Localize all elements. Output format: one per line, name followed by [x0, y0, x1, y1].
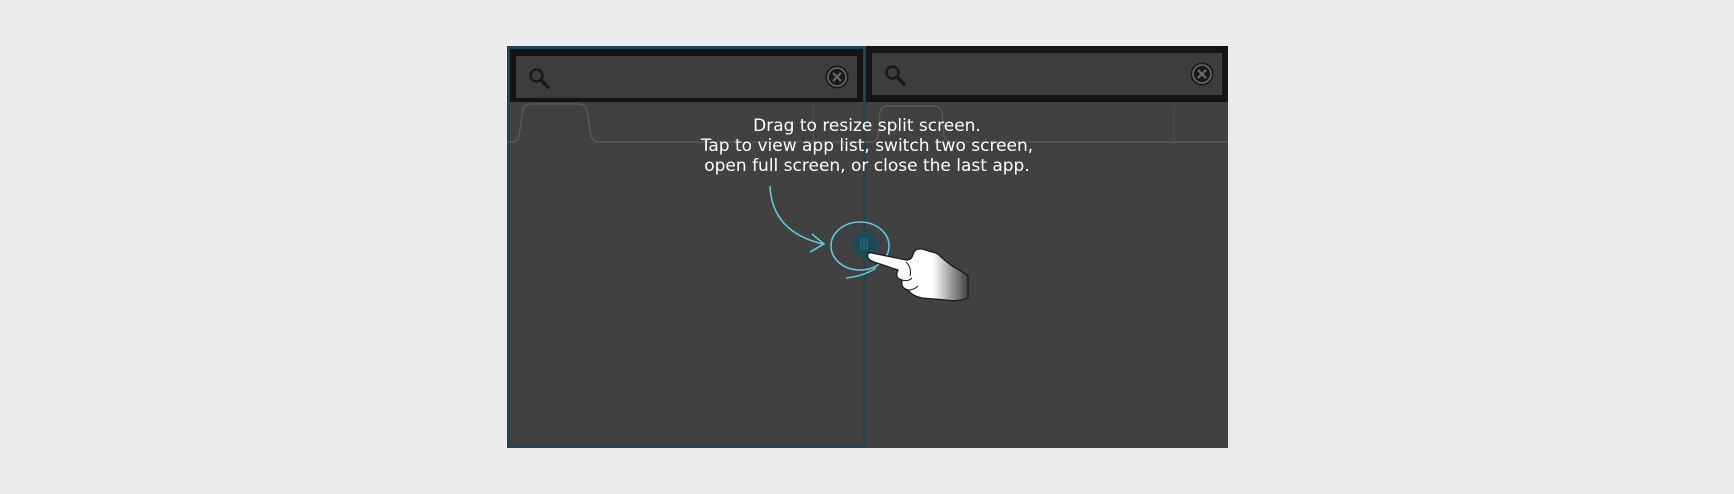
left-search-field[interactable]	[516, 56, 857, 98]
split-screen-device	[507, 46, 1228, 448]
right-search-bar	[866, 46, 1228, 102]
right-search-field[interactable]	[872, 53, 1222, 95]
hint-line-1: Drag to resize split screen.	[753, 116, 981, 136]
hint-line-3: open full screen, or close the last app.	[704, 156, 1030, 176]
split-screen-hint: Drag to resize split screen. Tap to view…	[660, 116, 1074, 176]
hint-line-2: Tap to view app list, switch two screen,	[700, 136, 1034, 156]
close-circle-icon[interactable]	[825, 65, 849, 89]
close-circle-icon[interactable]	[1190, 62, 1214, 86]
search-icon	[529, 68, 550, 89]
split-handle-icon[interactable]	[845, 224, 885, 264]
right-app-pane[interactable]	[866, 46, 1228, 448]
left-search-bar	[507, 46, 866, 102]
left-app-pane[interactable]	[507, 46, 866, 448]
search-icon	[885, 65, 906, 86]
